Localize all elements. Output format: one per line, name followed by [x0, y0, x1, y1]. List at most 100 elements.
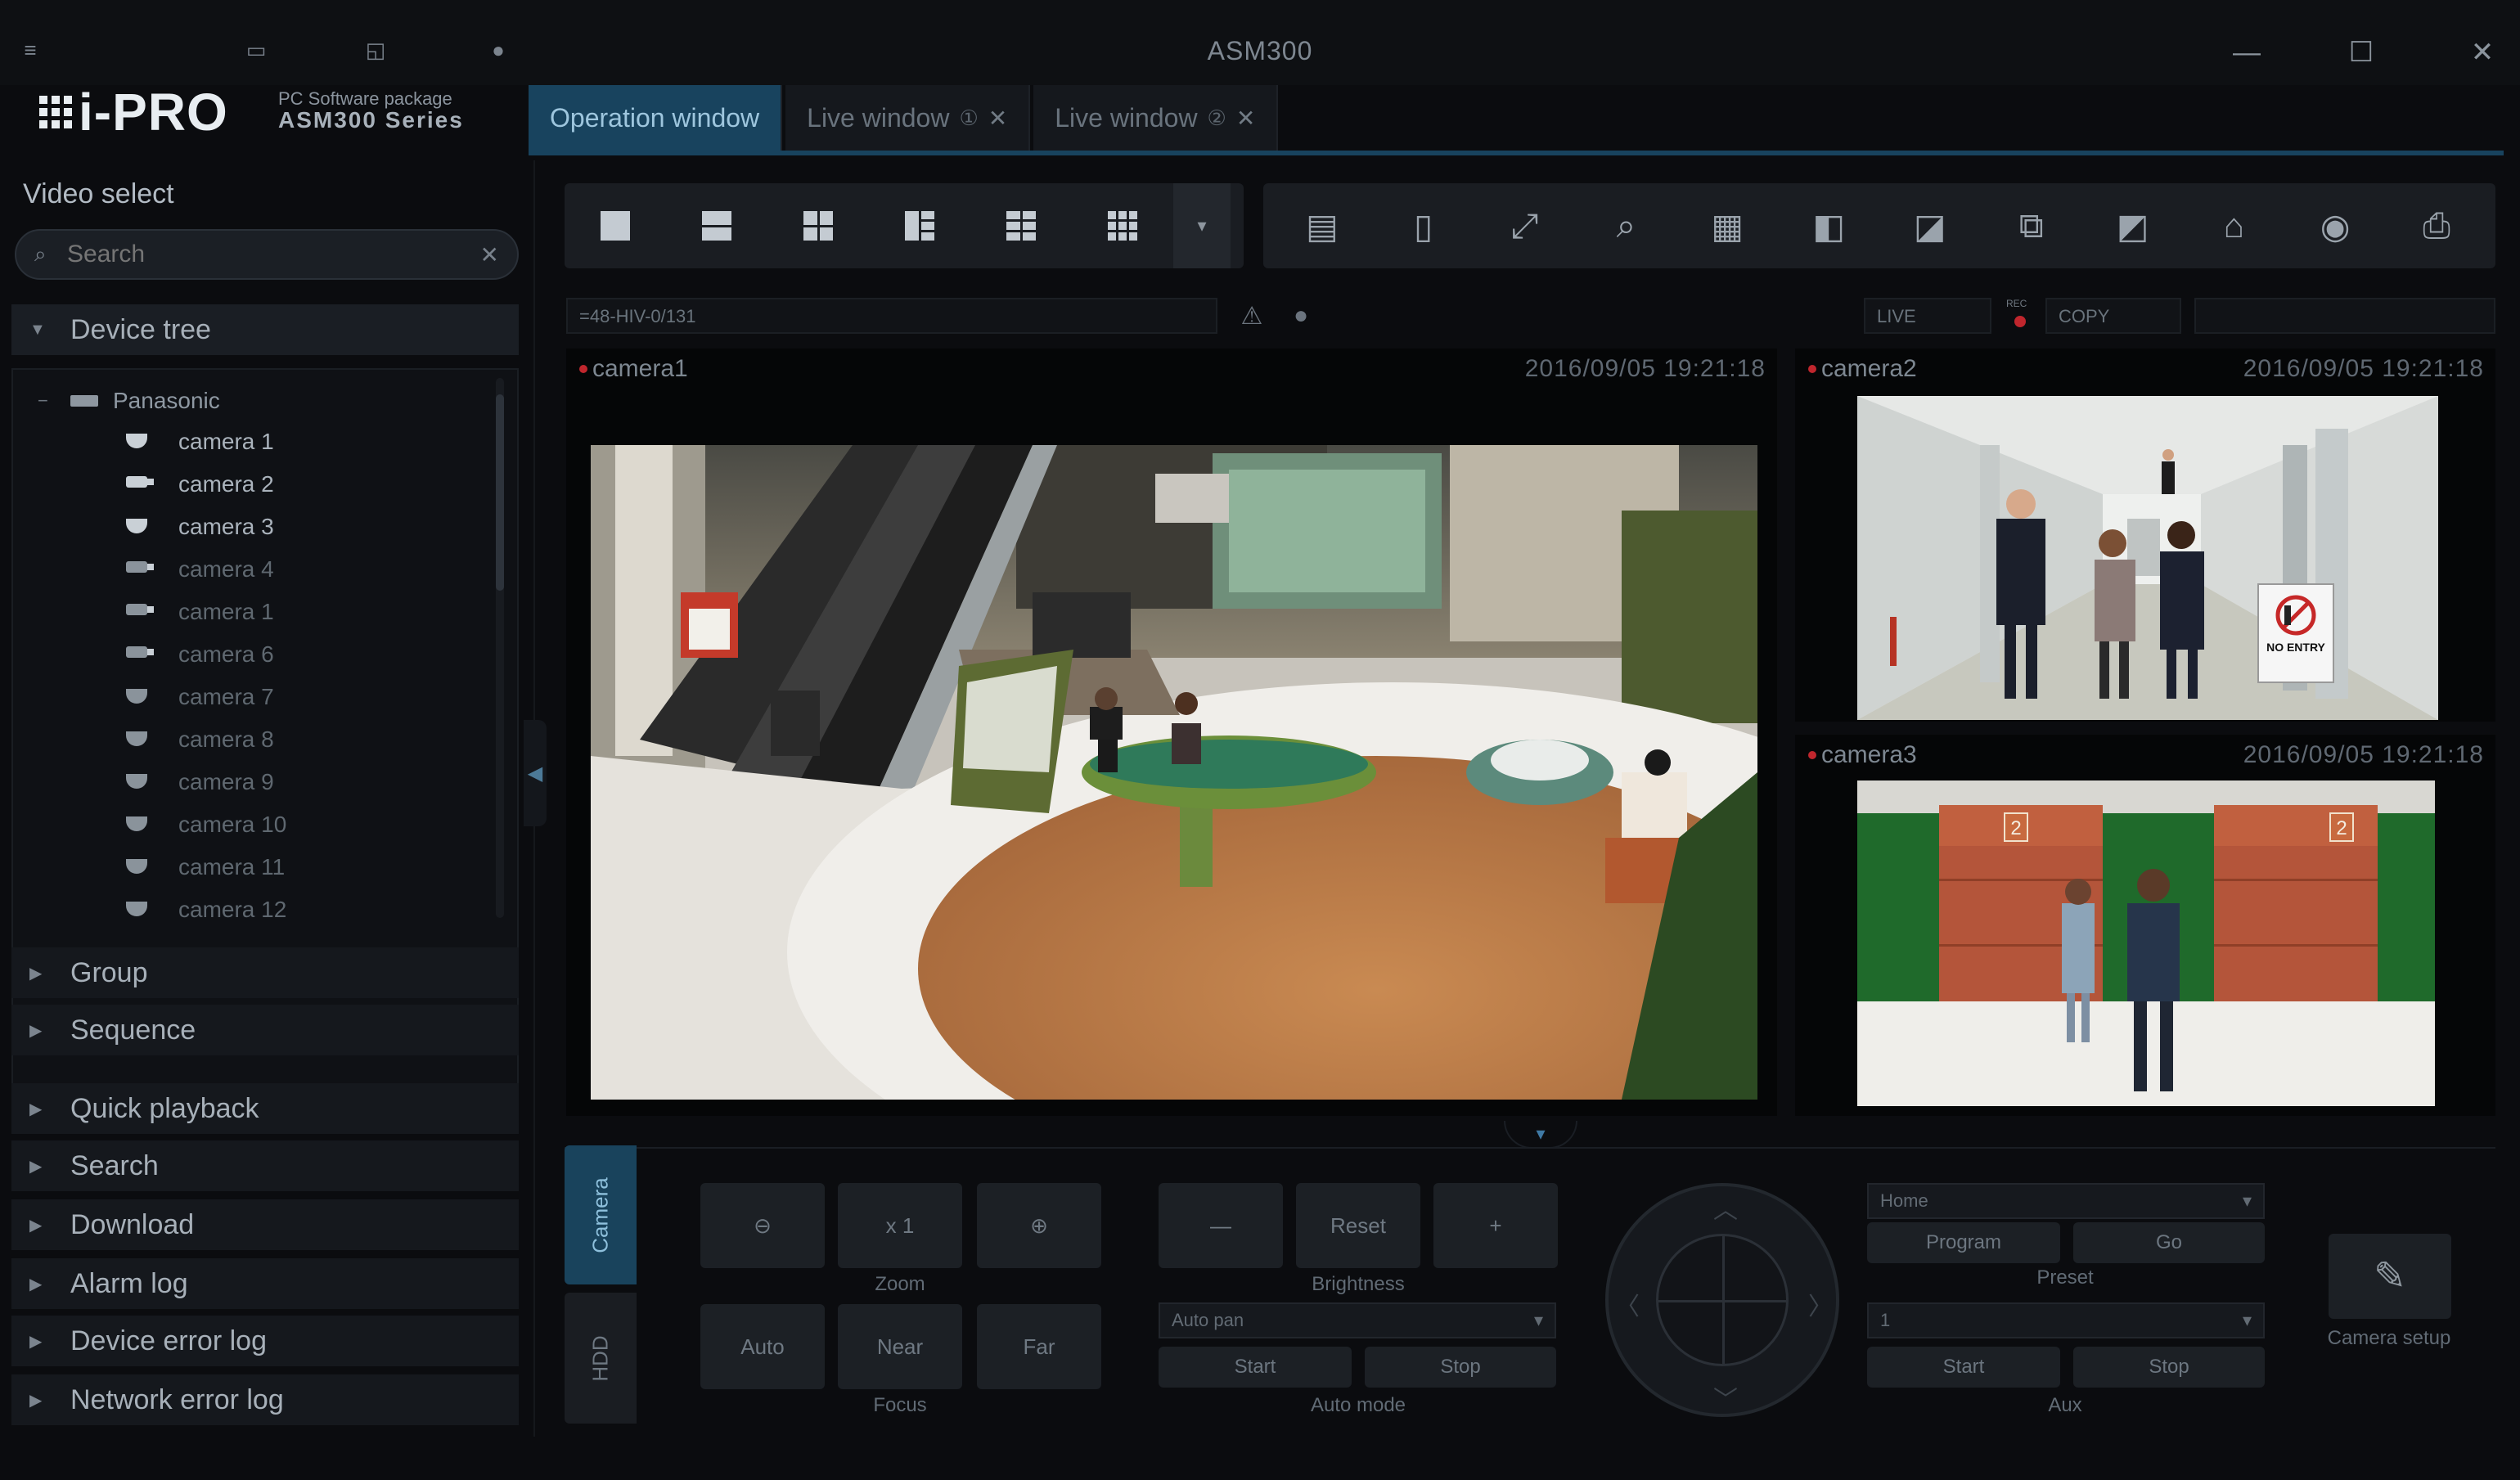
monitor-icon[interactable]: ▭	[244, 38, 268, 62]
zoom-x1-button[interactable]: x 1	[838, 1183, 962, 1268]
preset-program-button[interactable]: Program	[1867, 1222, 2060, 1263]
device-tree-header[interactable]: ▼ Device tree	[11, 304, 519, 355]
help-icon[interactable]: ●	[486, 38, 511, 62]
home-icon[interactable]: ⌂	[2184, 183, 2284, 268]
section-download[interactable]: ▶ Download	[11, 1199, 519, 1250]
info-icon[interactable]: ●	[1286, 301, 1316, 331]
section-device-error-log[interactable]: ▶ Device error log	[11, 1316, 519, 1366]
layout-9-icon	[1108, 211, 1137, 241]
edit-window-icon[interactable]: ◱	[363, 38, 388, 62]
auto-mode-value: Auto pan	[1172, 1310, 1244, 1330]
tab-live-window-1[interactable]: Live window ① ✕	[785, 85, 1031, 151]
focus-near-button[interactable]: Near	[838, 1304, 962, 1389]
tree-item-camera[interactable]: camera 4	[126, 556, 274, 583]
warning-icon[interactable]: ⚠	[1237, 301, 1267, 331]
camera-pane-3[interactable]: camera3 2016/09/05 19:21:18 2 2	[1795, 735, 2495, 1116]
section-quick-playback[interactable]: ▶ Quick playback	[11, 1083, 519, 1134]
tree-item-camera[interactable]: camera 9	[126, 769, 274, 795]
tree-item-camera[interactable]: camera 6	[126, 641, 274, 668]
auto-mode-select[interactable]: Auto pan ▾	[1159, 1302, 1556, 1338]
maximize-button[interactable]: ☐	[2342, 33, 2381, 72]
tree-item-camera[interactable]: camera 3	[126, 514, 274, 540]
video-feed-1[interactable]	[591, 445, 1757, 1100]
video-feed-3[interactable]: 2 2	[1857, 780, 2435, 1106]
aux-start-button[interactable]: Start	[1867, 1347, 2060, 1388]
tab-camera-control[interactable]: Camera	[565, 1145, 637, 1284]
aux-select[interactable]: 1 ▾	[1867, 1302, 2265, 1338]
auto-mode-stop-button[interactable]: Stop	[1365, 1347, 1556, 1388]
preset-go-button[interactable]: Go	[2073, 1222, 2265, 1263]
menu-icon[interactable]: ≡	[18, 38, 43, 62]
tree-root-panasonic[interactable]: − Panasonic	[38, 388, 220, 414]
section-group[interactable]: ▶ Group	[11, 947, 519, 998]
pan-left-icon[interactable]: 〈	[1615, 1286, 1640, 1322]
layout-9-button[interactable]	[1072, 183, 1173, 268]
close-window-button[interactable]: ✕	[2463, 33, 2502, 72]
tree-item-camera[interactable]: camera 2	[126, 471, 274, 497]
export-icon[interactable]: ◩	[2083, 183, 2183, 268]
aux-stop-button[interactable]: Stop	[2073, 1347, 2265, 1388]
camera-setup-label: Camera setup	[2327, 1327, 2451, 1349]
tree-item-camera[interactable]: camera 8	[126, 727, 274, 753]
snapshot-camera-icon[interactable]: ◉	[2285, 183, 2385, 268]
brightness-reset-label: Reset	[1330, 1212, 1386, 1238]
close-tab-icon[interactable]: ✕	[988, 105, 1007, 132]
brightness-minus-label: —	[1210, 1212, 1231, 1238]
video-feed-2[interactable]: NO ENTRY	[1857, 396, 2438, 720]
auto-mode-start-button[interactable]: Start	[1159, 1347, 1352, 1388]
zoom-in-button[interactable]: ⊕	[977, 1183, 1101, 1268]
layout-1-button[interactable]	[565, 183, 666, 268]
pan-down-icon[interactable]: ﹀	[1713, 1379, 1738, 1415]
split-icon[interactable]: ◧	[1779, 183, 1879, 268]
tree-item-camera[interactable]: camera 11	[126, 854, 285, 880]
tree-item-camera[interactable]: camera 12	[126, 897, 286, 923]
fullscreen-icon[interactable]: ⤢	[1475, 183, 1575, 268]
collapse-icon[interactable]: −	[38, 390, 70, 412]
brightness-minus-button[interactable]: —	[1159, 1183, 1283, 1268]
monitor-portrait-icon[interactable]: ▯	[1374, 183, 1474, 268]
event-log-icon[interactable]: ▦	[1677, 183, 1777, 268]
brightness-plus-button[interactable]: +	[1433, 1183, 1558, 1268]
layout-dropdown-button[interactable]: ▾	[1173, 183, 1231, 268]
section-network-error-log[interactable]: ▶ Network error log	[11, 1374, 519, 1425]
tree-scrollbar[interactable]	[496, 378, 504, 918]
tab-operation-window[interactable]: Operation window	[529, 85, 783, 151]
focus-far-label: Far	[1023, 1334, 1055, 1359]
pan-right-icon[interactable]: 〉	[1808, 1286, 1833, 1322]
brightness-reset-button[interactable]: Reset	[1296, 1183, 1420, 1268]
tab-hdd-control[interactable]: HDD	[565, 1293, 637, 1424]
copy-clip-icon[interactable]: ⧉	[1982, 183, 2081, 268]
camera-pane-1[interactable]: camera1 2016/09/05 19:21:18	[566, 349, 1777, 1116]
section-search[interactable]: ▶ Search	[11, 1140, 519, 1191]
section-sequence[interactable]: ▶ Sequence	[11, 1005, 519, 1055]
calendar-icon[interactable]: ▤	[1272, 183, 1372, 268]
layout-4-button[interactable]	[767, 183, 869, 268]
layout-2-button[interactable]	[666, 183, 767, 268]
preset-select[interactable]: Home ▾	[1867, 1183, 2265, 1219]
close-tab-icon[interactable]: ✕	[1236, 105, 1255, 132]
play-clip-icon[interactable]: ◪	[1880, 183, 1980, 268]
focus-far-button[interactable]: Far	[977, 1304, 1101, 1389]
pan-up-icon[interactable]: ︿	[1713, 1190, 1738, 1226]
control-toggle-button[interactable]: ▾	[1504, 1121, 1577, 1149]
print-icon[interactable]: ⎙	[2387, 183, 2486, 268]
tree-item-camera[interactable]: camera 1	[126, 429, 274, 455]
zoom-out-button[interactable]: ⊖	[700, 1183, 825, 1268]
camera-pane-2[interactable]: camera2 2016/09/05 19:21:18 NO ENTRY	[1795, 349, 2495, 722]
tab-live-window-2[interactable]: Live window ② ✕	[1033, 85, 1279, 151]
search-input[interactable]	[67, 241, 480, 268]
tree-item-camera[interactable]: camera 7	[126, 684, 274, 710]
section-alarm-log[interactable]: ▶ Alarm log	[11, 1258, 519, 1309]
zoom-icon[interactable]: ⌕	[1576, 183, 1676, 268]
layout-1-3-button[interactable]	[869, 183, 970, 268]
tree-item-camera[interactable]: camera 10	[126, 812, 286, 838]
layout-6-button[interactable]	[970, 183, 1072, 268]
scrollbar-thumb[interactable]	[496, 394, 504, 591]
collapse-panel-handle[interactable]: ◀	[524, 720, 547, 826]
minimize-button[interactable]: —	[2227, 33, 2266, 72]
camera-setup-button[interactable]: ✎	[2329, 1234, 2451, 1319]
tree-item-camera[interactable]: camera 1	[126, 599, 274, 625]
focus-auto-button[interactable]: Auto	[700, 1304, 825, 1389]
clear-search-icon[interactable]: ✕	[480, 241, 499, 268]
ptz-joystick[interactable]: ︿ ﹀ 〈 〉	[1605, 1183, 1839, 1417]
